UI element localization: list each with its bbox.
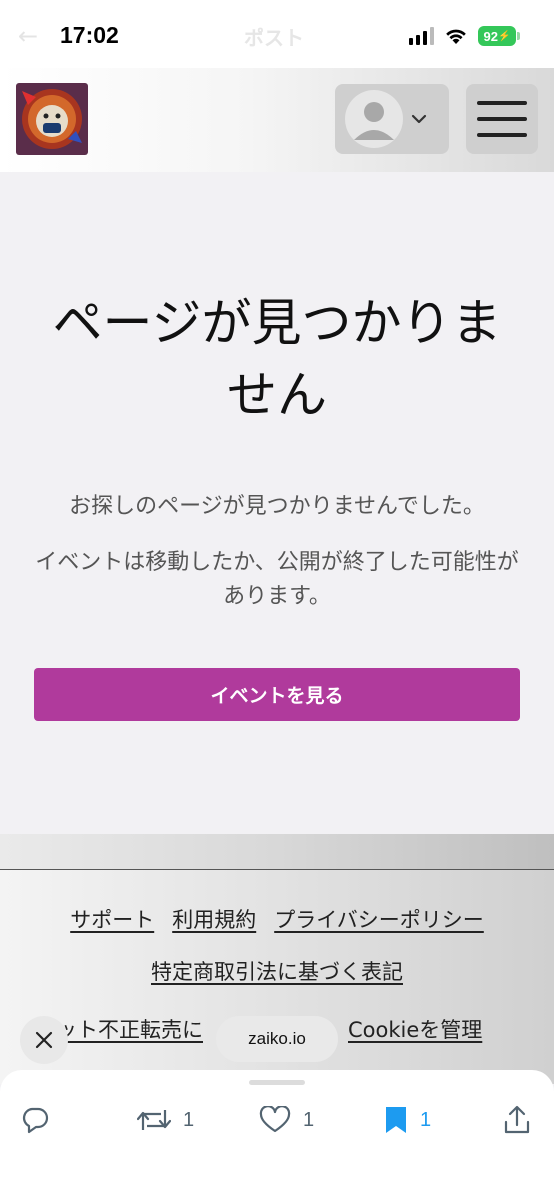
moved-message: イベントは移動したか、公開が終了した可能性があります。 bbox=[35, 550, 519, 609]
footer-link-support[interactable]: サポート bbox=[70, 904, 154, 934]
post-action-bar: 1 1 1 bbox=[0, 1070, 554, 1199]
back-arrow-icon: ← bbox=[18, 22, 39, 50]
hamburger-menu-icon[interactable] bbox=[466, 84, 538, 154]
user-avatar-icon bbox=[345, 90, 403, 148]
page-title: ページが見つかりません bbox=[52, 294, 502, 424]
ghost-title: ポスト bbox=[244, 26, 304, 50]
wifi-icon bbox=[446, 29, 466, 44]
battery-indicator: 92 ⚡ bbox=[478, 26, 520, 46]
heart-icon bbox=[259, 1106, 291, 1133]
view-events-button[interactable]: イベントを見る bbox=[34, 668, 520, 721]
like-button[interactable]: 1 bbox=[259, 1102, 314, 1138]
post-actions: 1 1 1 bbox=[0, 1102, 554, 1138]
footer-legal-row: 特定商取引法に基づく表記 bbox=[0, 956, 554, 986]
footer-link-privacy[interactable]: プライバシーポリシー bbox=[274, 904, 484, 934]
close-icon[interactable] bbox=[20, 1016, 68, 1064]
footer-link-cookie[interactable]: Cookieを管理 bbox=[348, 1014, 482, 1044]
share-button[interactable] bbox=[503, 1102, 531, 1138]
repost-count: 1 bbox=[183, 1108, 195, 1131]
repost-button[interactable]: 1 bbox=[137, 1102, 194, 1138]
reply-icon bbox=[22, 1107, 49, 1134]
bookmark-icon bbox=[386, 1107, 406, 1133]
footer-links: サポート 利用規約 プライバシーポリシー bbox=[0, 904, 554, 934]
site-header bbox=[0, 68, 554, 172]
account-menu-button[interactable] bbox=[335, 84, 449, 154]
footer-link-terms[interactable]: 利用規約 bbox=[172, 904, 256, 934]
repost-icon bbox=[137, 1110, 171, 1130]
cellular-signal-icon bbox=[409, 27, 434, 45]
reply-button[interactable] bbox=[20, 1102, 50, 1138]
share-icon bbox=[504, 1105, 530, 1134]
status-bar: ← 17:02 ポスト 92 ⚡ bbox=[0, 0, 554, 68]
bookmark-count: 1 bbox=[420, 1108, 432, 1131]
lion-logo-icon[interactable] bbox=[16, 83, 88, 155]
main-content: ページが見つかりません お探しのページが見つかりませんでした。 イベントは移動し… bbox=[0, 172, 554, 834]
chevron-down-icon bbox=[411, 114, 427, 124]
status-time: 17:02 bbox=[60, 22, 119, 48]
status-icons: 92 ⚡ bbox=[409, 26, 520, 46]
footer-link-legal-notice[interactable]: 特定商取引法に基づく表記 bbox=[151, 956, 403, 986]
like-count: 1 bbox=[303, 1108, 315, 1131]
sheet-grabber[interactable] bbox=[249, 1080, 305, 1085]
battery-level: 92 bbox=[483, 28, 498, 44]
bookmark-button[interactable]: 1 bbox=[384, 1102, 431, 1138]
not-found-message: お探しのページが見つかりませんでした。 bbox=[69, 494, 485, 519]
footer-divider bbox=[0, 834, 554, 870]
domain-chip[interactable]: zaiko.io bbox=[216, 1016, 338, 1062]
footer-link-resale[interactable]: ット不正転売に bbox=[56, 1014, 203, 1044]
